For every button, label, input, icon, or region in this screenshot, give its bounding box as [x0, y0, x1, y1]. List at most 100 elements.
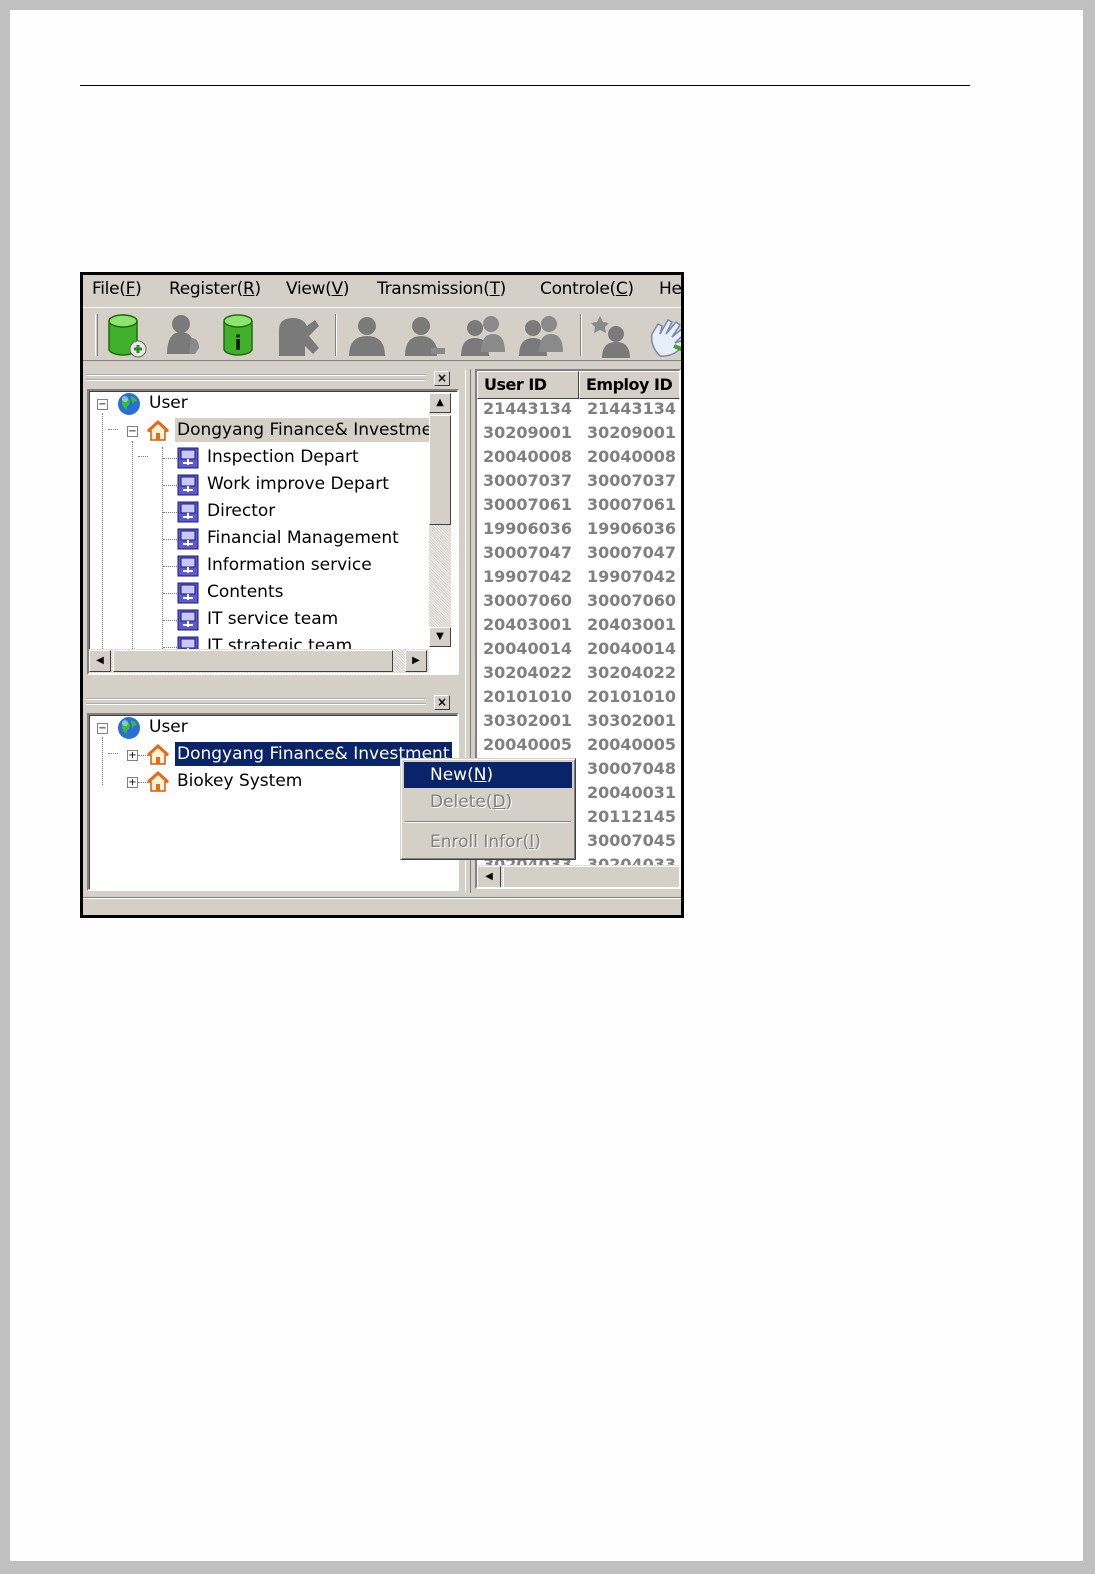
upper-vertical-scrollbar[interactable]: ▲ ▼ [429, 393, 451, 647]
grid-scroll-left-icon[interactable]: ◀ [477, 866, 501, 887]
scroll-up-icon[interactable]: ▲ [429, 393, 451, 413]
context-menu-new[interactable]: New(N) [404, 762, 572, 788]
upper-pane-close-icon[interactable]: × [434, 371, 450, 386]
department-icon [177, 582, 199, 604]
lower-pane-close-icon[interactable]: × [434, 695, 450, 710]
cell-user-id: 19906036 [483, 519, 573, 538]
toolbar: i [83, 307, 681, 361]
person-remove-gray-icon[interactable] [273, 312, 321, 360]
context-menu-enroll-info[interactable]: Enroll Infor(I) [404, 829, 572, 855]
department-icon [177, 447, 199, 469]
cell-employ-id: 30007060 [587, 591, 677, 610]
header-rule [80, 85, 970, 86]
menu-transmission[interactable]: Transmission(T) [377, 279, 506, 299]
app-window: File(F) Register(R) View(V) Transmission… [83, 275, 681, 915]
menu-view[interactable]: View(V) [286, 279, 349, 299]
cell-employ-id: 30007037 [587, 471, 677, 490]
table-row[interactable]: 20040014 20040014 [477, 639, 679, 663]
cell-user-id: 30007060 [483, 591, 573, 610]
lower-org-expand-icon[interactable]: + [127, 750, 138, 761]
globe-icon [118, 393, 140, 415]
cell-employ-id: 30007048 [587, 759, 677, 778]
cell-employ-id: 20040014 [587, 639, 677, 658]
cell-user-id: 20101010 [483, 687, 573, 706]
department-icon [177, 474, 199, 496]
cell-user-id: 30209001 [483, 423, 573, 442]
document-page: File(F) Register(R) View(V) Transmission… [10, 10, 1083, 1561]
users-group2-gray-icon[interactable] [517, 312, 565, 360]
toolbar-separator [335, 314, 337, 356]
menu-help[interactable]: He [659, 279, 681, 299]
cell-user-id: 20040005 [483, 735, 573, 754]
column-header-employ-id[interactable]: Employ ID [579, 371, 679, 399]
cell-employ-id: 30007047 [587, 543, 677, 562]
cell-user-id: 30007037 [483, 471, 573, 490]
table-row[interactable]: 30007061 30007061 [477, 495, 679, 519]
cell-employ-id: 20112145 [587, 807, 677, 826]
hand-wave-icon[interactable] [646, 312, 681, 360]
table-row[interactable]: 19907042 19907042 [477, 567, 679, 591]
context-menu: New(N) Delete(D) Enroll Infor(I) [400, 758, 576, 860]
context-menu-separator [405, 821, 571, 823]
cell-employ-id: 30209001 [587, 423, 677, 442]
scroll-down-icon[interactable]: ▼ [429, 627, 451, 647]
column-header-user-id[interactable]: User ID [477, 371, 579, 399]
upper-tree-view[interactable]: − User − Dongyang Finance& Investmer Ins… [87, 389, 459, 675]
scroll-left-icon[interactable]: ◀ [89, 650, 111, 672]
menu-bar: File(F) Register(R) View(V) Transmission… [83, 275, 681, 305]
users-group-gray-icon[interactable] [459, 312, 507, 360]
cell-employ-id: 30204022 [587, 663, 677, 682]
table-row[interactable]: 30007047 30007047 [477, 543, 679, 567]
h-scroll-thumb[interactable] [113, 650, 393, 672]
lower-system-expand-icon[interactable]: + [127, 777, 138, 788]
user-star-gray-icon[interactable] [588, 312, 636, 360]
table-row[interactable]: 19906036 19906036 [477, 519, 679, 543]
table-row[interactable]: 20403001 20403001 [477, 615, 679, 639]
table-row[interactable]: 30302001 30302001 [477, 711, 679, 735]
department-icon [177, 528, 199, 550]
cell-employ-id: 20403001 [587, 615, 677, 634]
table-row[interactable]: 20040008 20040008 [477, 447, 679, 471]
cell-user-id: 20403001 [483, 615, 573, 634]
application-screenshot: File(F) Register(R) View(V) Transmission… [80, 272, 684, 918]
grid-h-scroll-thumb[interactable] [503, 866, 679, 887]
house-icon [147, 420, 169, 441]
cell-user-id: 21443134 [483, 399, 573, 418]
table-row[interactable]: 30007060 30007060 [477, 591, 679, 615]
scroll-thumb[interactable] [429, 415, 451, 525]
cell-employ-id: 30007045 [587, 831, 677, 850]
lower-root-collapse-icon[interactable]: − [97, 723, 108, 734]
grid-horizontal-scrollbar[interactable]: ◀ [477, 865, 679, 887]
toolbar-separator [580, 314, 582, 356]
table-row[interactable]: 30204022 30204022 [477, 663, 679, 687]
table-row[interactable]: 21443134 21443134 [477, 399, 679, 423]
cell-employ-id: 20040005 [587, 735, 677, 754]
upper-horizontal-scrollbar[interactable]: ◀ ▶ [89, 649, 429, 673]
table-row[interactable]: 30007037 30007037 [477, 471, 679, 495]
context-menu-delete[interactable]: Delete(D) [404, 789, 572, 815]
cell-user-id: 30007061 [483, 495, 573, 514]
cell-employ-id: 20040008 [587, 447, 677, 466]
database-info-icon[interactable]: i [216, 312, 264, 360]
house-icon [147, 771, 169, 792]
cell-employ-id: 30302001 [587, 711, 677, 730]
user-edit-gray-icon[interactable] [401, 312, 449, 360]
table-row[interactable]: 30209001 30209001 [477, 423, 679, 447]
toolbar-grip[interactable] [95, 314, 98, 356]
cell-employ-id: 20040031 [587, 783, 677, 802]
cell-employ-id: 21443134 [587, 399, 677, 418]
cell-employ-id: 20101010 [587, 687, 677, 706]
menu-register[interactable]: Register(R) [169, 279, 261, 299]
menu-file[interactable]: File(F) [92, 279, 142, 299]
table-row[interactable]: 20101010 20101010 [477, 687, 679, 711]
department-icon [177, 501, 199, 523]
upper-org-collapse-icon[interactable]: − [127, 426, 138, 437]
menu-controle[interactable]: Controle(C) [540, 279, 634, 299]
table-row[interactable]: 20040005 20040005 [477, 735, 679, 759]
person-gray-icon[interactable] [161, 312, 209, 360]
database-add-icon[interactable] [103, 312, 151, 360]
scroll-right-icon[interactable]: ▶ [405, 650, 427, 672]
house-icon [147, 744, 169, 765]
user-gray-icon[interactable] [343, 312, 391, 360]
upper-root-collapse-icon[interactable]: − [97, 399, 108, 410]
